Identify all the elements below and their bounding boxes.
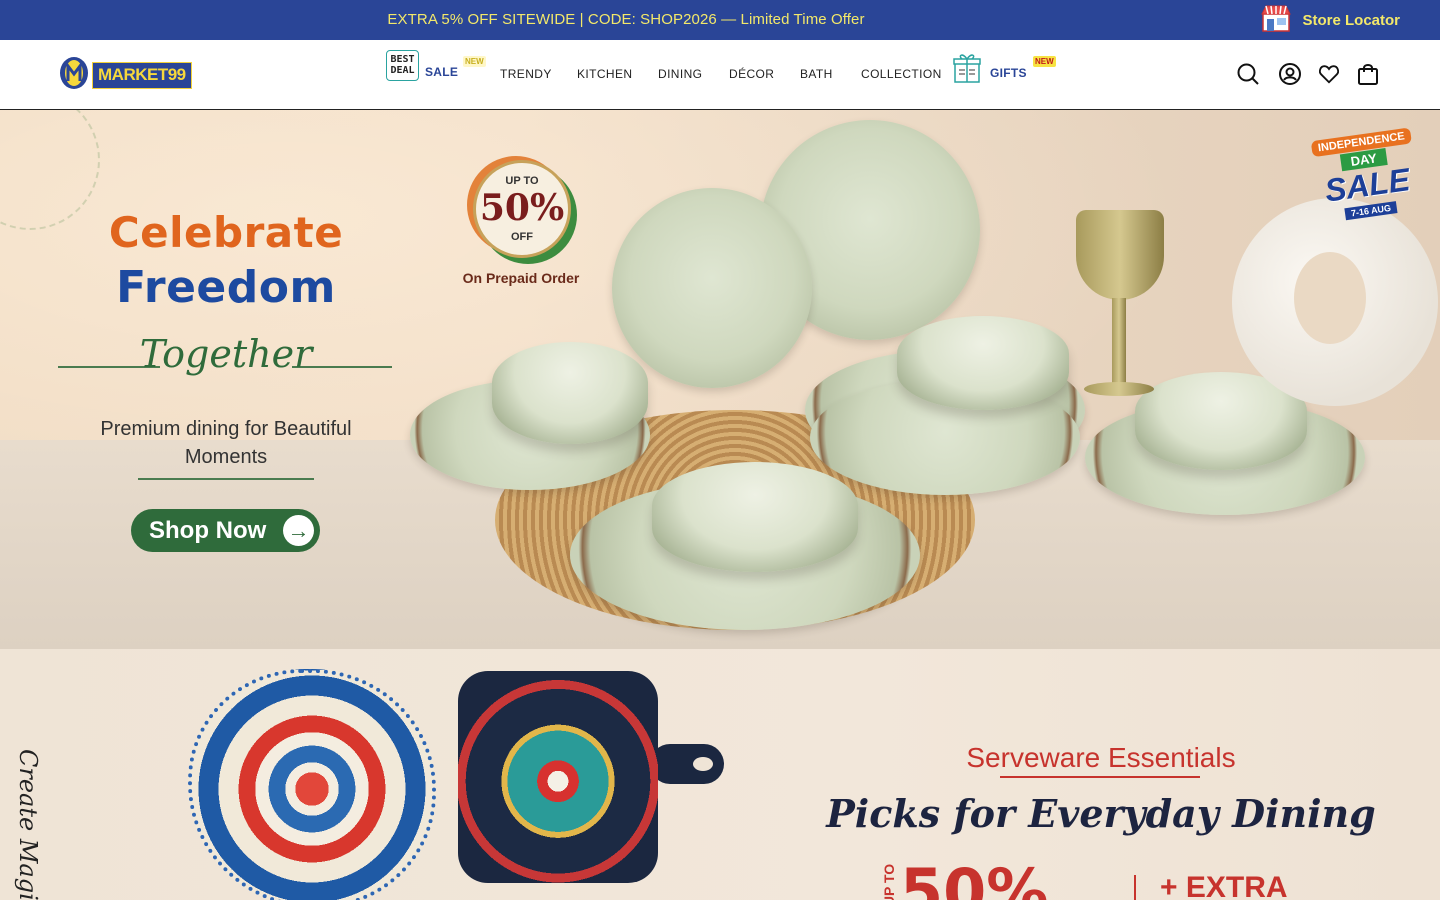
gift-icon — [952, 52, 982, 89]
wine-glass-stem — [1112, 298, 1126, 388]
hero-script-word: Together — [139, 332, 313, 376]
account-icon — [1278, 62, 1302, 91]
site-header: MARKET99 BEST DEAL SALE NEW TRENDY KITCH… — [0, 40, 1440, 110]
nav-item-collection[interactable]: COLLECTION — [861, 66, 942, 82]
banner-divider — [1134, 875, 1136, 900]
nav-item-dining[interactable]: DINING — [658, 66, 702, 82]
promo-upto: UP TO — [505, 175, 539, 187]
banner-side-text: Create Magical — [14, 749, 42, 900]
account-button[interactable] — [1276, 62, 1304, 90]
nav-item-kitchen[interactable]: KITCHEN — [577, 66, 632, 82]
nav-item-bath[interactable]: BATH — [800, 66, 833, 82]
cart-button[interactable] — [1354, 62, 1382, 90]
banner-extra: + EXTRA — [1160, 871, 1288, 900]
sale-label: SALE — [425, 65, 459, 79]
wishlist-button[interactable] — [1318, 62, 1340, 90]
banner-title: Picks for Everyday Dining — [826, 791, 1376, 836]
serving-tray — [458, 671, 658, 883]
promo-off: OFF — [511, 231, 533, 243]
wine-glass-base — [1084, 382, 1154, 396]
promo-note: On Prepaid Order — [462, 270, 580, 286]
serveware-banner[interactable]: Create Magical Serveware Essentials Pick… — [0, 649, 1440, 900]
independence-sale-tag: INDEPENDENCE DAY SALE 7-16 AUG — [1304, 125, 1427, 227]
site-logo[interactable]: MARKET99 — [58, 56, 192, 95]
promo-percent: 50% — [479, 187, 565, 229]
bowl — [492, 342, 648, 444]
search-icon — [1236, 62, 1260, 91]
donut-vase-hole — [1294, 252, 1366, 344]
gifts-new-badge: NEW — [1033, 56, 1056, 67]
banner-kicker: Serveware Essentials — [966, 742, 1236, 773]
banner-upto: UP TO — [881, 863, 898, 900]
announcement-text[interactable]: EXTRA 5% OFF SITEWIDE | CODE: SHOP2026 —… — [0, 0, 1252, 40]
arrow-right-icon: → — [283, 515, 314, 546]
promo-badge: UP TO 50% OFF — [473, 160, 571, 258]
best-deal-icon: BEST DEAL — [386, 50, 419, 81]
logo-wordmark: MARKET99 — [92, 61, 192, 89]
bowl — [897, 316, 1069, 410]
wishlist-icon — [1318, 63, 1340, 90]
shop-now-label: Shop Now — [149, 516, 267, 544]
kicker-underline — [1000, 776, 1200, 778]
logo-mark-icon — [58, 56, 90, 95]
wine-glass — [1076, 210, 1164, 300]
gifts-label: GIFTS — [990, 66, 1027, 80]
divider-line — [138, 478, 314, 480]
tray-handle-hole — [693, 757, 713, 771]
best-deal-line2: DEAL — [390, 65, 415, 76]
store-locator-link[interactable]: Store Locator — [1260, 5, 1400, 35]
hero-banner[interactable]: Celebrate Freedom Together Premium dinin… — [0, 110, 1440, 649]
nav-item-decor[interactable]: DÉCOR — [729, 66, 774, 82]
dinner-plate — [612, 188, 812, 388]
hero-title-line2: Freedom — [116, 262, 336, 313]
header-actions — [1234, 62, 1382, 90]
bowl — [652, 462, 858, 572]
search-button[interactable] — [1234, 62, 1262, 90]
store-locator-label: Store Locator — [1302, 11, 1400, 29]
store-icon — [1260, 3, 1292, 38]
announcement-bar: EXTRA 5% OFF SITEWIDE | CODE: SHOP2026 —… — [0, 0, 1440, 40]
nav-gifts[interactable]: GIFTS NEW — [952, 50, 1062, 90]
best-deal-line1: BEST — [390, 54, 415, 65]
banner-percent: 50% — [900, 855, 1049, 900]
cart-icon — [1356, 62, 1380, 91]
sale-tag-line3: SALE — [1322, 161, 1413, 209]
decorative-plate — [188, 669, 436, 900]
shop-now-button[interactable]: Shop Now → — [131, 509, 320, 552]
hero-title-line1: Celebrate — [108, 208, 344, 257]
nav-sale[interactable]: BEST DEAL SALE NEW — [386, 50, 496, 90]
logo-text: MARKET99 — [98, 65, 186, 84]
hero-subtitle: Premium dining for Beautiful Moments — [100, 418, 352, 468]
sale-new-badge: NEW — [463, 56, 486, 67]
nav-item-trendy[interactable]: TRENDY — [500, 66, 552, 82]
